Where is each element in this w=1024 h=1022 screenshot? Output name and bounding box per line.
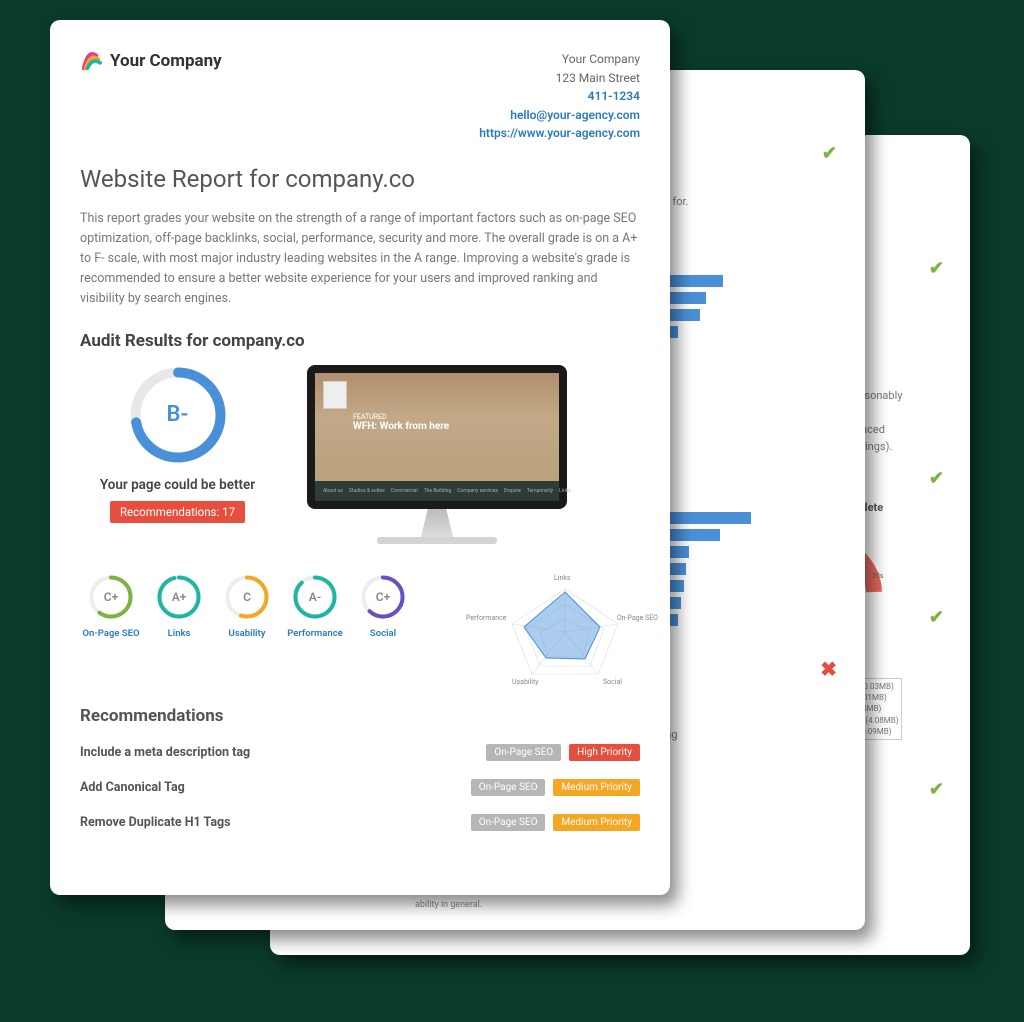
recommendation-name: Include a meta description tag [80,745,478,760]
recommendation-row: Add Canonical Tag On-Page SEO Medium Prior… [80,779,640,796]
company-url[interactable]: https://www.your-agency.com [479,124,640,143]
recommendation-row: Include a meta description tag On-Page SE… [80,744,640,761]
company-email[interactable]: hello@your-agency.com [479,106,640,125]
category-usability[interactable]: CUsability [216,574,278,639]
category-social[interactable]: C+Social [352,574,414,639]
company-name: Your Company [110,51,222,71]
report-title: Website Report for company.co [80,165,640,193]
category-grades: C+On-Page SEOA+LinksCUsabilityA-Performa… [80,574,640,684]
report-page-1: Your Company Your Company 123 Main Stree… [50,20,670,895]
report-intro: This report grades your website on the s… [80,209,640,309]
category-links[interactable]: A+Links [148,574,210,639]
company-contact: Your Company 123 Main Street 411-1234 he… [479,50,640,143]
grade-caption: Your page could be better [80,477,275,493]
audit-heading: Audit Results for company.co [80,331,640,351]
site-preview-monitor: FEATUREDWFH: Work from here About usStud… [307,365,567,544]
overall-grade-ring: B- [128,365,228,465]
recommendation-name: Add Canonical Tag [80,780,463,795]
svg-text:20s: 20s [872,572,884,580]
recommendation-category-tag: On-Page SEO [471,779,546,796]
recommendation-priority-tag: Medium Priority [553,814,640,831]
recommendation-priority-tag: Medium Priority [553,779,640,796]
category-performance[interactable]: A-Performance [284,574,346,639]
recommendation-priority-tag: High Priority [569,744,640,761]
recommendation-row: Remove Duplicate H1 Tags On-Page SEO Mediu… [80,814,640,831]
radar-chart: Links On-Page SEO Social Usability Perfo… [490,574,640,684]
recommendations-heading: Recommendations [80,706,640,726]
recommendation-category-tag: On-Page SEO [471,814,546,831]
recommendations-list: Include a meta description tag On-Page SE… [80,744,640,831]
company-logo-icon [80,50,102,72]
overall-grade-letter: B- [128,365,228,465]
recommendations-badge: Recommendations: 17 [110,501,245,523]
recommendation-category-tag: On-Page SEO [486,744,561,761]
fragment-text: ability in general. [415,900,482,910]
category-on-page-seo[interactable]: C+On-Page SEO [80,574,142,639]
company-phone[interactable]: 411-1234 [479,87,640,106]
recommendation-name: Remove Duplicate H1 Tags [80,815,463,830]
